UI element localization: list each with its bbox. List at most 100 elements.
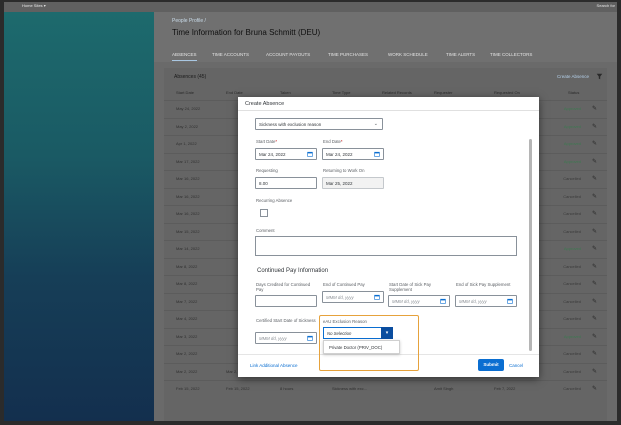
end-sick-pay-field[interactable]: MMM dd, yyyy: [455, 295, 517, 307]
cell-start: Mar 7, 2022: [176, 298, 198, 304]
requesting-label: Requesting: [256, 168, 278, 173]
end-sick-pay-label: End of Sick Pay Supplement: [456, 282, 511, 287]
pencil-icon[interactable]: ✎: [592, 280, 597, 287]
column-header[interactable]: Start Date: [176, 90, 194, 95]
requesting-field[interactable]: 8.00: [255, 177, 317, 189]
cell-type: Sickness with exc...: [332, 386, 367, 391]
calendar-icon[interactable]: [307, 151, 313, 157]
pencil-icon[interactable]: ✎: [592, 350, 597, 357]
breadcrumb[interactable]: People Profile /: [172, 18, 206, 24]
cell-requester: Amit Singh: [434, 386, 454, 391]
comment-textarea[interactable]: [255, 236, 517, 256]
pencil-icon[interactable]: ✎: [592, 140, 597, 147]
returning-label: Returning to Work On: [323, 168, 365, 173]
tab-absences[interactable]: ABSENCES: [172, 52, 197, 61]
status-badge: Cancelled: [563, 193, 581, 199]
status-badge: Cancelled: [563, 228, 581, 234]
end-date-field[interactable]: Mar 24, 2022: [322, 148, 384, 160]
pencil-icon[interactable]: ✎: [592, 123, 597, 130]
pencil-icon[interactable]: ✎: [592, 298, 597, 305]
calendar-icon[interactable]: [440, 298, 446, 304]
date-placeholder: MMM dd, yyyy: [459, 299, 487, 304]
end-continued-pay-field[interactable]: MMM dd, yyyy: [322, 291, 384, 303]
time-type-value: Sickness with exclusion reason: [259, 122, 322, 127]
search-field[interactable]: Search for: [597, 3, 615, 8]
cell-requested_on: Feb 7, 2022: [494, 386, 516, 391]
dialog-scrollbar[interactable]: [529, 139, 532, 351]
status-badge: Cancelled: [563, 211, 581, 216]
column-header[interactable]: Taken: [280, 90, 291, 95]
dropdown-option[interactable]: Private Doctor (PRIV_DOC): [329, 345, 382, 350]
cell-start: May 24, 2022: [176, 106, 201, 111]
recurring-checkbox[interactable]: [260, 209, 268, 217]
pencil-icon[interactable]: ✎: [592, 193, 597, 200]
recurring-label: Recurring Absence: [256, 198, 293, 203]
tab-time-accounts[interactable]: TIME ACCOUNTS: [212, 52, 249, 57]
column-header[interactable]: Status: [568, 90, 579, 95]
pencil-icon[interactable]: ✎: [592, 105, 597, 112]
end-date-label: End Date*: [323, 139, 343, 144]
status-badge: Cancelled: [563, 176, 581, 181]
days-credited-field[interactable]: [255, 295, 317, 307]
pencil-icon[interactable]: ✎: [592, 228, 597, 235]
tab-time-collectors[interactable]: TIME COLLECTORS: [490, 52, 532, 57]
status-badge: Cancelled: [563, 386, 581, 391]
start-sick-pay-label: Start Date of Sick Pay Supplement: [389, 282, 432, 292]
pencil-icon[interactable]: ✎: [592, 210, 597, 217]
tab-account-payouts[interactable]: ACCOUNT PAYOUTS: [266, 52, 310, 57]
time-type-select[interactable]: Sickness with exclusion reason ⌄: [255, 118, 383, 130]
cancel-button[interactable]: Cancel: [509, 363, 523, 368]
column-header[interactable]: Requested On: [494, 90, 520, 95]
certified-start-field[interactable]: MMM dd, yyyy: [255, 332, 317, 344]
column-header[interactable]: Time Type: [332, 90, 350, 95]
filter-icon[interactable]: [596, 73, 603, 80]
column-header[interactable]: Related Records: [382, 90, 412, 95]
calendar-icon[interactable]: [374, 294, 380, 300]
pencil-icon[interactable]: ✎: [592, 333, 597, 340]
status-badge: Cancelled: [563, 368, 581, 374]
pencil-icon[interactable]: ✎: [592, 263, 597, 270]
dialog-title: Create Absence: [245, 101, 285, 107]
eau-reason-combobox[interactable]: No Selection ▾: [323, 327, 393, 339]
status-badge: Approved: [563, 246, 581, 251]
calendar-icon[interactable]: [507, 298, 513, 304]
returning-value: Mar 25, 2022: [326, 181, 353, 186]
calendar-icon[interactable]: [307, 335, 313, 341]
calendar-icon[interactable]: [374, 151, 380, 157]
absences-title: Absences (45): [174, 74, 207, 80]
status-badge: Approved: [563, 123, 581, 129]
cell-start: Mar 16, 2022: [176, 193, 200, 199]
create-absence-link[interactable]: Create Absence: [557, 74, 589, 79]
returning-field: Mar 25, 2022: [322, 177, 384, 189]
start-date-field[interactable]: Mar 24, 2022: [255, 148, 317, 160]
pencil-icon[interactable]: ✎: [592, 315, 597, 322]
pencil-icon[interactable]: ✎: [592, 158, 597, 165]
tab-time-alerts[interactable]: TIME ALERTS: [446, 52, 475, 57]
app-frame: Home Sites ▾ Search for People Profile /…: [0, 0, 621, 425]
chevron-down-icon[interactable]: ▾: [381, 327, 393, 339]
status-badge: Cancelled: [563, 281, 581, 286]
pencil-icon[interactable]: ✎: [592, 175, 597, 182]
pencil-icon[interactable]: ✎: [592, 385, 597, 392]
start-sick-pay-field[interactable]: MMM dd, yyyy: [388, 295, 450, 307]
end-continued-pay-label: End of Continued Pay: [323, 282, 365, 287]
column-header[interactable]: Requester: [434, 90, 452, 95]
status-badge: Approved: [563, 106, 581, 111]
tab-bar: ABSENCES TIME ACCOUNTS ACCOUNT PAYOUTS T…: [154, 48, 617, 62]
dialog-divider: [238, 110, 539, 111]
link-additional-absence[interactable]: Link Additional Absence: [250, 363, 298, 368]
start-date-value: Mar 24, 2022: [259, 152, 286, 157]
tab-work-schedule[interactable]: WORK SCHEDULE: [388, 52, 428, 57]
status-badge: Approved: [563, 141, 581, 146]
cell-start: Mar 16, 2022: [176, 176, 200, 181]
cell-start: Mar 14, 2022: [176, 246, 200, 251]
pencil-icon[interactable]: ✎: [592, 368, 597, 375]
status-badge: Cancelled: [563, 263, 581, 269]
submit-button[interactable]: Submit: [478, 359, 504, 371]
date-placeholder: MMM dd, yyyy: [259, 336, 287, 341]
column-header[interactable]: End Date: [226, 90, 243, 95]
home-menu[interactable]: Home Sites ▾: [22, 3, 46, 8]
tab-time-purchases[interactable]: TIME PURCHASES: [328, 52, 368, 57]
table-row[interactable]: Feb 15, 2022 Feb 15, 2022 8 hours Sickness …: [164, 380, 607, 396]
pencil-icon[interactable]: ✎: [592, 245, 597, 252]
